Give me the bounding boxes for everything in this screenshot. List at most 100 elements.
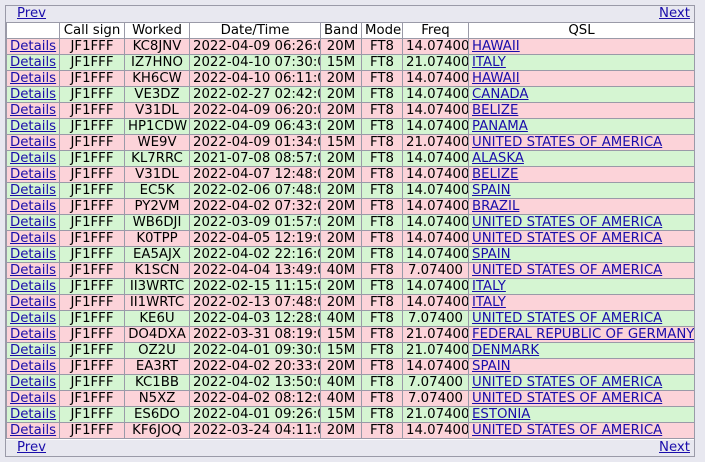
details-link[interactable]: Details — [10, 200, 56, 214]
mode-cell: FT8 — [361, 102, 403, 119]
details-link[interactable]: Details — [10, 136, 56, 150]
freq-cell: 14.07400 — [402, 230, 469, 247]
mode-cell: FT8 — [361, 182, 403, 199]
details-link[interactable]: Details — [10, 88, 56, 102]
col-header-details — [6, 22, 60, 39]
qsl-link[interactable]: UNITED STATES OF AMERICA — [472, 264, 662, 278]
freq-cell: 14.07400 — [402, 38, 469, 55]
qsl-link[interactable]: HAWAII — [472, 72, 520, 86]
worked-cell: WE9V — [124, 134, 190, 151]
worked-cell: EA5AJX — [124, 246, 190, 263]
freq-cell: 14.07400 — [402, 86, 469, 103]
qsl-link[interactable]: CANADA — [472, 88, 529, 102]
details-link[interactable]: Details — [10, 408, 56, 422]
details-link[interactable]: Details — [10, 312, 56, 326]
worked-cell: K1SCN — [124, 262, 190, 279]
details-link[interactable]: Details — [10, 392, 56, 406]
table-header-row: Call sign Worked Date/Time Band Mode Fre… — [6, 22, 695, 39]
qsl-link[interactable]: SPAIN — [472, 360, 511, 374]
band-cell: 20M — [320, 86, 362, 103]
details-link[interactable]: Details — [10, 40, 56, 54]
mode-cell: FT8 — [361, 86, 403, 103]
qsl-link[interactable]: UNITED STATES OF AMERICA — [472, 312, 662, 326]
details-link[interactable]: Details — [10, 232, 56, 246]
details-link[interactable]: Details — [10, 120, 56, 134]
qsl-link[interactable]: BELIZE — [472, 104, 518, 118]
datetime-cell: 2022-04-03 12:28:00 — [189, 310, 321, 327]
worked-cell: WB6DJI — [124, 214, 190, 231]
call-sign-cell: JF1FFF — [59, 86, 125, 103]
qsl-link[interactable]: UNITED STATES OF AMERICA — [472, 216, 662, 230]
details-cell: Details — [6, 38, 60, 55]
details-link[interactable]: Details — [10, 280, 56, 294]
details-cell: Details — [6, 198, 60, 215]
table-row: Details JF1FFF EA5AJX 2022-04-02 22:16:00 20… — [6, 246, 695, 263]
qsl-link[interactable]: ALASKA — [472, 152, 524, 166]
details-link[interactable]: Details — [10, 152, 56, 166]
datetime-cell: 2022-04-02 07:32:00 — [189, 198, 321, 215]
mode-cell: FT8 — [361, 390, 403, 407]
table-row: Details JF1FFF K1SCN 2022-04-04 13:49:00 40M… — [6, 262, 695, 279]
qsl-link[interactable]: ITALY — [472, 56, 506, 70]
details-link[interactable]: Details — [10, 424, 56, 438]
qsl-cell: CANADA — [468, 86, 695, 103]
table-row: Details JF1FFF V31DL 2022-04-07 12:48:00 20M… — [6, 166, 695, 183]
datetime-cell: 2022-02-13 07:48:00 — [189, 294, 321, 311]
table-row: Details JF1FFF EA3RT 2022-04-02 20:33:00 20M… — [6, 358, 695, 375]
worked-cell: KH6CW — [124, 70, 190, 87]
details-link[interactable]: Details — [10, 56, 56, 70]
prev-link-bottom[interactable]: Prev — [17, 440, 46, 456]
qsl-link[interactable]: ITALY — [472, 280, 506, 294]
qsl-link[interactable]: BELIZE — [472, 168, 518, 182]
worked-cell: EA3RT — [124, 358, 190, 375]
prev-link-top[interactable]: Prev — [17, 6, 46, 22]
qsl-link[interactable]: DENMARK — [472, 344, 539, 358]
table-row: Details JF1FFF IZ7HNO 2022-04-10 07:30:00 15… — [6, 54, 695, 71]
freq-cell: 14.07400 — [402, 246, 469, 263]
details-link[interactable]: Details — [10, 72, 56, 86]
qsl-link[interactable]: UNITED STATES OF AMERICA — [472, 376, 662, 390]
details-link[interactable]: Details — [10, 216, 56, 230]
details-link[interactable]: Details — [10, 360, 56, 374]
qsl-cell: UNITED STATES OF AMERICA — [468, 374, 695, 391]
qsl-link[interactable]: ESTONIA — [472, 408, 530, 422]
datetime-cell: 2022-04-01 09:26:00 — [189, 406, 321, 423]
qsl-link[interactable]: UNITED STATES OF AMERICA — [472, 392, 662, 406]
next-link-top[interactable]: Next — [659, 6, 690, 22]
freq-cell: 7.07400 — [402, 374, 469, 391]
details-link[interactable]: Details — [10, 184, 56, 198]
details-cell: Details — [6, 134, 60, 151]
qsl-link[interactable]: PANAMA — [472, 120, 528, 134]
qsl-link[interactable]: SPAIN — [472, 248, 511, 262]
band-cell: 40M — [320, 262, 362, 279]
qsl-link[interactable]: HAWAII — [472, 40, 520, 54]
details-cell: Details — [6, 422, 60, 439]
qsl-link[interactable]: UNITED STATES OF AMERICA — [472, 424, 662, 438]
qsl-link[interactable]: UNITED STATES OF AMERICA — [472, 232, 662, 246]
freq-cell: 14.07400 — [402, 150, 469, 167]
datetime-cell: 2022-03-24 04:11:00 — [189, 422, 321, 439]
next-link-bottom[interactable]: Next — [659, 440, 690, 456]
band-cell: 20M — [320, 246, 362, 263]
freq-cell: 7.07400 — [402, 310, 469, 327]
details-link[interactable]: Details — [10, 296, 56, 310]
table-row: Details JF1FFF VE3DZ 2022-02-27 02:42:00 20M… — [6, 86, 695, 103]
details-link[interactable]: Details — [10, 168, 56, 182]
call-sign-cell: JF1FFF — [59, 54, 125, 71]
qsl-link[interactable]: FEDERAL REPUBLIC OF GERMANY — [472, 328, 694, 342]
band-cell: 20M — [320, 102, 362, 119]
qsl-link[interactable]: SPAIN — [472, 184, 511, 198]
details-cell: Details — [6, 70, 60, 87]
details-link[interactable]: Details — [10, 248, 56, 262]
details-link[interactable]: Details — [10, 264, 56, 278]
table-row: Details JF1FFF EC5K 2022-02-06 07:48:00 20M F… — [6, 182, 695, 199]
details-link[interactable]: Details — [10, 376, 56, 390]
qsl-link[interactable]: BRAZIL — [472, 200, 519, 214]
details-link[interactable]: Details — [10, 328, 56, 342]
qsl-link[interactable]: UNITED STATES OF AMERICA — [472, 136, 662, 150]
call-sign-cell: JF1FFF — [59, 70, 125, 87]
table-row: Details JF1FFF HP1CDW 2022-04-09 06:43:00 20… — [6, 118, 695, 135]
qsl-link[interactable]: ITALY — [472, 296, 506, 310]
details-link[interactable]: Details — [10, 344, 56, 358]
details-link[interactable]: Details — [10, 104, 56, 118]
